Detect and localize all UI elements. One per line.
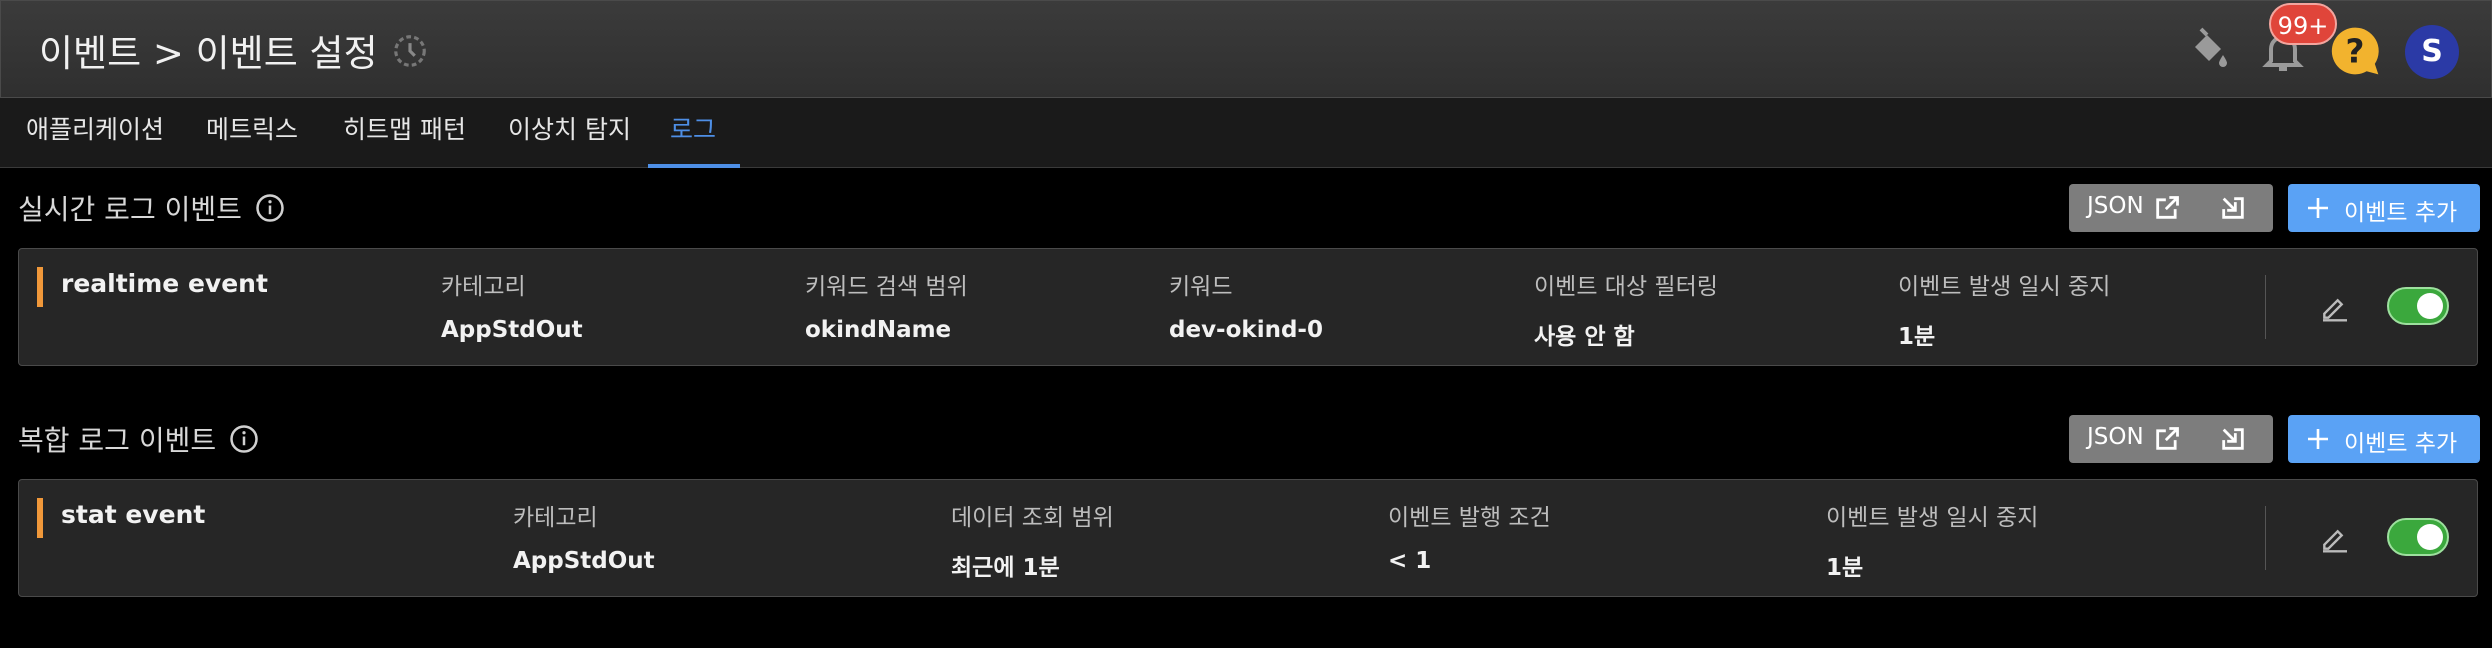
column-value: 1분 <box>1898 324 1936 350</box>
column-target-filter: 이벤트 대상 필터링 사용 안 함 <box>1534 267 1718 351</box>
edit-icon[interactable] <box>2319 291 2351 323</box>
column-label: 키워드 검색 범위 <box>805 274 968 300</box>
enable-toggle[interactable] <box>2387 518 2449 556</box>
svg-text:?: ? <box>2346 33 2365 71</box>
column-value: AppStdOut <box>441 317 583 343</box>
row-divider <box>2265 506 2266 570</box>
row-accent-bar <box>37 498 43 538</box>
column-data-range: 데이터 조회 범위 최근에 1분 <box>951 498 1114 582</box>
enable-toggle[interactable] <box>2387 287 2449 325</box>
active-tab-indicator <box>648 164 740 168</box>
row-accent-bar <box>37 267 43 307</box>
column-value: AppStdOut <box>513 548 655 574</box>
column-value: okindName <box>805 317 952 343</box>
import-icon[interactable] <box>2219 425 2247 453</box>
column-value: 1분 <box>1826 555 1864 581</box>
column-category: 카테고리 AppStdOut <box>441 267 583 343</box>
tab-bar: 애플리케이션 메트릭스 히트맵 패턴 이상치 탐지 로그 <box>0 98 2492 168</box>
external-link-icon[interactable] <box>2153 425 2181 453</box>
column-value: 최근에 1분 <box>951 555 1060 581</box>
add-event-button[interactable]: 이벤트 추가 <box>2288 415 2480 463</box>
add-event-label: 이벤트 추가 <box>2344 431 2458 457</box>
column-value: 사용 안 함 <box>1534 324 1635 350</box>
json-label: JSON <box>2087 193 2144 219</box>
column-trigger-condition: 이벤트 발행 조건 < 1 <box>1388 498 1551 574</box>
history-icon[interactable] <box>391 32 429 70</box>
column-category: 카테고리 AppStdOut <box>513 498 655 574</box>
json-button[interactable]: JSON <box>2069 184 2273 232</box>
tab-metrics[interactable]: 메트릭스 <box>206 98 298 168</box>
add-event-label: 이벤트 추가 <box>2344 200 2458 226</box>
event-name: stat event <box>61 500 206 529</box>
tab-application[interactable]: 애플리케이션 <box>26 98 164 168</box>
realtime-section-title: 실시간 로그 이벤트 <box>18 193 242 226</box>
column-label: 카테고리 <box>513 505 598 531</box>
tab-log[interactable]: 로그 <box>670 98 716 168</box>
json-label: JSON <box>2087 424 2144 450</box>
external-link-icon[interactable] <box>2153 194 2181 222</box>
column-label: 이벤트 발생 일시 중지 <box>1898 274 2111 300</box>
plus-icon <box>2308 198 2328 218</box>
edit-icon[interactable] <box>2319 522 2351 554</box>
plus-icon <box>2308 429 2328 449</box>
tab-anomaly-detection[interactable]: 이상치 탐지 <box>508 98 631 168</box>
add-event-button[interactable]: 이벤트 추가 <box>2288 184 2480 232</box>
column-keyword-scope: 키워드 검색 범위 okindName <box>805 267 968 343</box>
event-name: realtime event <box>61 269 268 298</box>
column-value: dev-okind-0 <box>1169 317 1323 343</box>
import-icon[interactable] <box>2219 194 2247 222</box>
column-label: 키워드 <box>1169 274 1233 300</box>
help-icon[interactable]: ? <box>2327 23 2383 79</box>
page-title: 이벤트 > 이벤트 설정 <box>39 32 378 75</box>
row-divider <box>2265 275 2266 339</box>
paint-bucket-icon[interactable] <box>2185 27 2233 75</box>
column-label: 이벤트 발생 일시 중지 <box>1826 505 2039 531</box>
avatar[interactable]: S <box>2405 25 2459 79</box>
json-button[interactable]: JSON <box>2069 415 2273 463</box>
column-pause: 이벤트 발생 일시 중지 1분 <box>1898 267 2110 351</box>
tab-heatmap-pattern[interactable]: 히트맵 패턴 <box>343 98 466 168</box>
info-icon[interactable] <box>229 424 259 454</box>
column-label: 이벤트 발행 조건 <box>1388 505 1551 531</box>
composite-section-title: 복합 로그 이벤트 <box>18 424 217 457</box>
column-pause: 이벤트 발생 일시 중지 1분 <box>1826 498 2038 582</box>
info-icon[interactable] <box>255 193 285 223</box>
column-value: < 1 <box>1388 548 1432 574</box>
realtime-event-row: realtime event 카테고리 AppStdOut 키워드 검색 범위 … <box>18 248 2478 366</box>
app-header: 이벤트 > 이벤트 설정 99+ ? S <box>0 0 2492 98</box>
stat-event-row: stat event 카테고리 AppStdOut 데이터 조회 범위 최근에 … <box>18 479 2478 597</box>
column-label: 이벤트 대상 필터링 <box>1534 274 1718 300</box>
column-label: 카테고리 <box>441 274 526 300</box>
column-keyword: 키워드 dev-okind-0 <box>1169 267 1323 343</box>
column-label: 데이터 조회 범위 <box>951 505 1114 531</box>
